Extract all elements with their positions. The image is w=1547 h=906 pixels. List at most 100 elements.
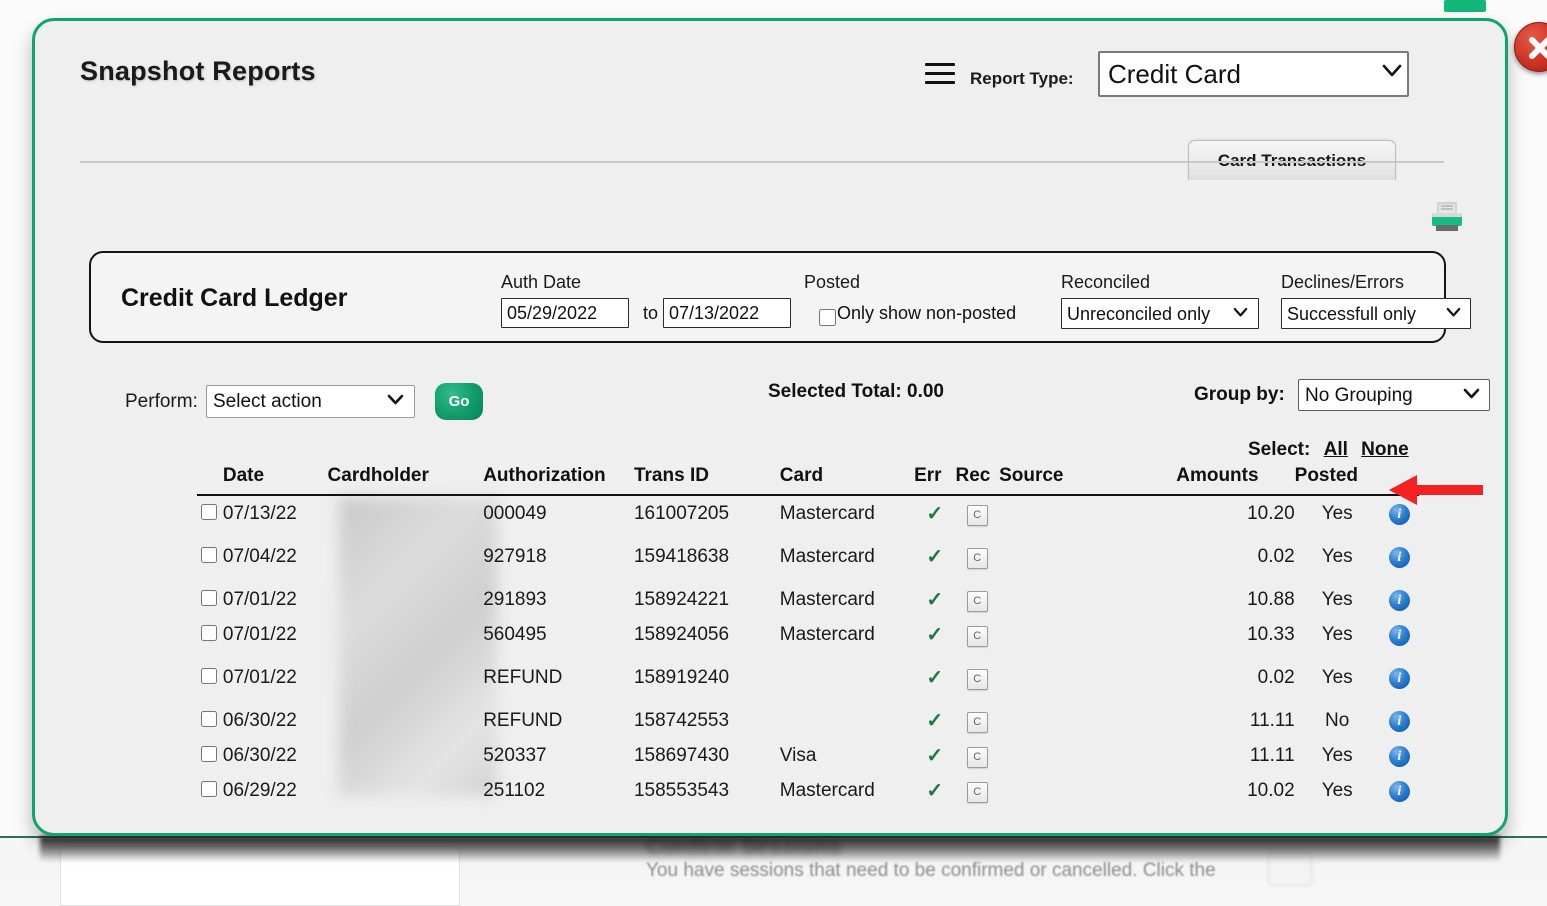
cell-err: ✓	[914, 531, 955, 574]
table-row[interactable]: 07/01/22291893158924221Mastercard✓C10.88…	[197, 574, 1419, 617]
table-row[interactable]: 07/13/22000049161007205Mastercard✓C10.20…	[197, 495, 1419, 531]
cell-authorization: 251102	[483, 773, 634, 808]
modal-drop-shadow	[40, 836, 1500, 862]
row-select-checkbox[interactable]	[201, 746, 217, 762]
rec-source-button[interactable]: C	[967, 747, 988, 768]
cell-date: 07/01/22	[223, 574, 328, 617]
row-select-checkbox[interactable]	[201, 781, 217, 797]
reconciled-label: Reconciled	[1061, 272, 1150, 293]
cell-cardholder	[328, 773, 484, 808]
col-trans-id[interactable]: Trans ID	[634, 465, 780, 495]
cell-posted: Yes	[1295, 617, 1380, 652]
info-icon[interactable]: i	[1389, 746, 1410, 767]
cell-cardholder	[328, 695, 484, 738]
go-button[interactable]: Go	[435, 383, 483, 420]
info-icon[interactable]: i	[1389, 547, 1410, 568]
row-select-checkbox[interactable]	[201, 711, 217, 727]
col-posted[interactable]: Posted	[1295, 465, 1380, 495]
printer-icon[interactable]	[1429, 201, 1465, 235]
background-green-tab	[1444, 0, 1486, 12]
report-type-select[interactable]: Credit Card	[1098, 51, 1409, 97]
col-authorization[interactable]: Authorization	[483, 465, 634, 495]
info-icon[interactable]: i	[1389, 625, 1410, 646]
cell-info: i	[1380, 531, 1419, 574]
col-err[interactable]: Err	[914, 465, 955, 495]
cell-amount: 0.02	[1176, 652, 1294, 695]
info-icon[interactable]: i	[1389, 590, 1410, 611]
auth-date-to-input[interactable]	[663, 298, 791, 328]
cell-date: 07/13/22	[223, 495, 328, 531]
rec-source-button[interactable]: C	[967, 712, 988, 733]
info-icon[interactable]: i	[1389, 668, 1410, 689]
info-icon[interactable]: i	[1389, 711, 1410, 732]
cell-cardholder	[328, 574, 484, 617]
cell-authorization: 927918	[483, 531, 634, 574]
cell-posted: Yes	[1295, 773, 1380, 808]
select-none-link[interactable]: None	[1361, 439, 1409, 460]
select-all-link[interactable]: All	[1324, 439, 1348, 460]
check-icon: ✓	[926, 780, 943, 802]
table-row[interactable]: 07/01/22REFUND158919240✓C0.02Yesi	[197, 652, 1419, 695]
rec-source-button[interactable]: C	[967, 782, 988, 803]
col-card[interactable]: Card	[780, 465, 914, 495]
cell-err: ✓	[914, 738, 955, 773]
rec-source-button[interactable]: C	[967, 505, 988, 526]
row-select-checkbox[interactable]	[201, 590, 217, 606]
cell-err: ✓	[914, 617, 955, 652]
cell-date: 07/01/22	[223, 617, 328, 652]
cell-amount: 10.02	[1176, 773, 1294, 808]
cell-rec: C	[955, 652, 999, 695]
credit-card-ledger-filter-panel: Credit Card Ledger Auth Date to Posted O…	[89, 251, 1446, 343]
cell-card: Mastercard	[780, 574, 914, 617]
go-button-label: Go	[449, 393, 470, 410]
info-icon[interactable]: i	[1389, 504, 1410, 525]
cell-info: i	[1380, 495, 1419, 531]
row-select-checkbox[interactable]	[201, 547, 217, 563]
col-source[interactable]: Source	[999, 465, 1176, 495]
cell-amount: 10.33	[1176, 617, 1294, 652]
group-by-select[interactable]: No Grouping	[1298, 379, 1490, 411]
col-rec[interactable]: Rec	[955, 465, 999, 495]
cell-trans-id: 158553543	[634, 773, 780, 808]
perform-action-select[interactable]: Select action	[206, 385, 415, 418]
row-select-checkbox[interactable]	[201, 668, 217, 684]
table-row[interactable]: 06/29/22251102158553543Mastercard✓C10.02…	[197, 773, 1419, 808]
col-cardholder[interactable]: Cardholder	[328, 465, 484, 495]
cell-info: i	[1380, 773, 1419, 808]
cell-rec: C	[955, 574, 999, 617]
rec-source-button[interactable]: C	[967, 626, 988, 647]
row-select-checkbox[interactable]	[201, 625, 217, 641]
table-row[interactable]: 06/30/22520337158697430Visa✓C11.11Yesi	[197, 738, 1419, 773]
table-header-row: Date Cardholder Authorization Trans ID C…	[197, 465, 1419, 495]
select-label: Select:	[1248, 439, 1310, 460]
rec-source-button[interactable]: C	[967, 669, 988, 690]
col-date[interactable]: Date	[223, 465, 328, 495]
col-amounts[interactable]: Amounts	[1176, 465, 1294, 495]
table-row[interactable]: 07/01/22560495158924056Mastercard✓C10.33…	[197, 617, 1419, 652]
row-select-checkbox[interactable]	[201, 504, 217, 520]
table-row[interactable]: 07/04/22927918159418638Mastercard✓C0.02Y…	[197, 531, 1419, 574]
cell-trans-id: 158924056	[634, 617, 780, 652]
cell-posted: Yes	[1295, 495, 1380, 531]
cell-info: i	[1380, 574, 1419, 617]
group-by-label: Group by:	[1194, 384, 1285, 406]
declines-errors-select[interactable]: Successfull only	[1281, 298, 1471, 329]
rec-source-button[interactable]: C	[967, 591, 988, 612]
table-row[interactable]: 06/30/22REFUND158742553✓C11.11Noi	[197, 695, 1419, 738]
hamburger-menu-icon[interactable]	[925, 63, 955, 87]
only-show-non-posted-checkbox[interactable]	[819, 309, 836, 326]
check-icon: ✓	[926, 745, 943, 767]
cell-err: ✓	[914, 773, 955, 808]
rec-source-button[interactable]: C	[967, 548, 988, 569]
auth-date-from-input[interactable]	[501, 298, 629, 328]
snapshot-reports-dialog: Snapshot Reports Report Type: Credit Car…	[32, 18, 1508, 836]
reconciled-select[interactable]: Unreconciled only	[1061, 298, 1259, 329]
cell-authorization: REFUND	[483, 695, 634, 738]
tab-card-transactions[interactable]: Card Transactions	[1188, 140, 1396, 180]
perform-label: Perform:	[125, 391, 198, 413]
cell-source	[999, 695, 1176, 738]
cell-amount: 0.02	[1176, 531, 1294, 574]
info-icon[interactable]: i	[1389, 781, 1410, 802]
cell-authorization: 560495	[483, 617, 634, 652]
cell-posted: Yes	[1295, 574, 1380, 617]
